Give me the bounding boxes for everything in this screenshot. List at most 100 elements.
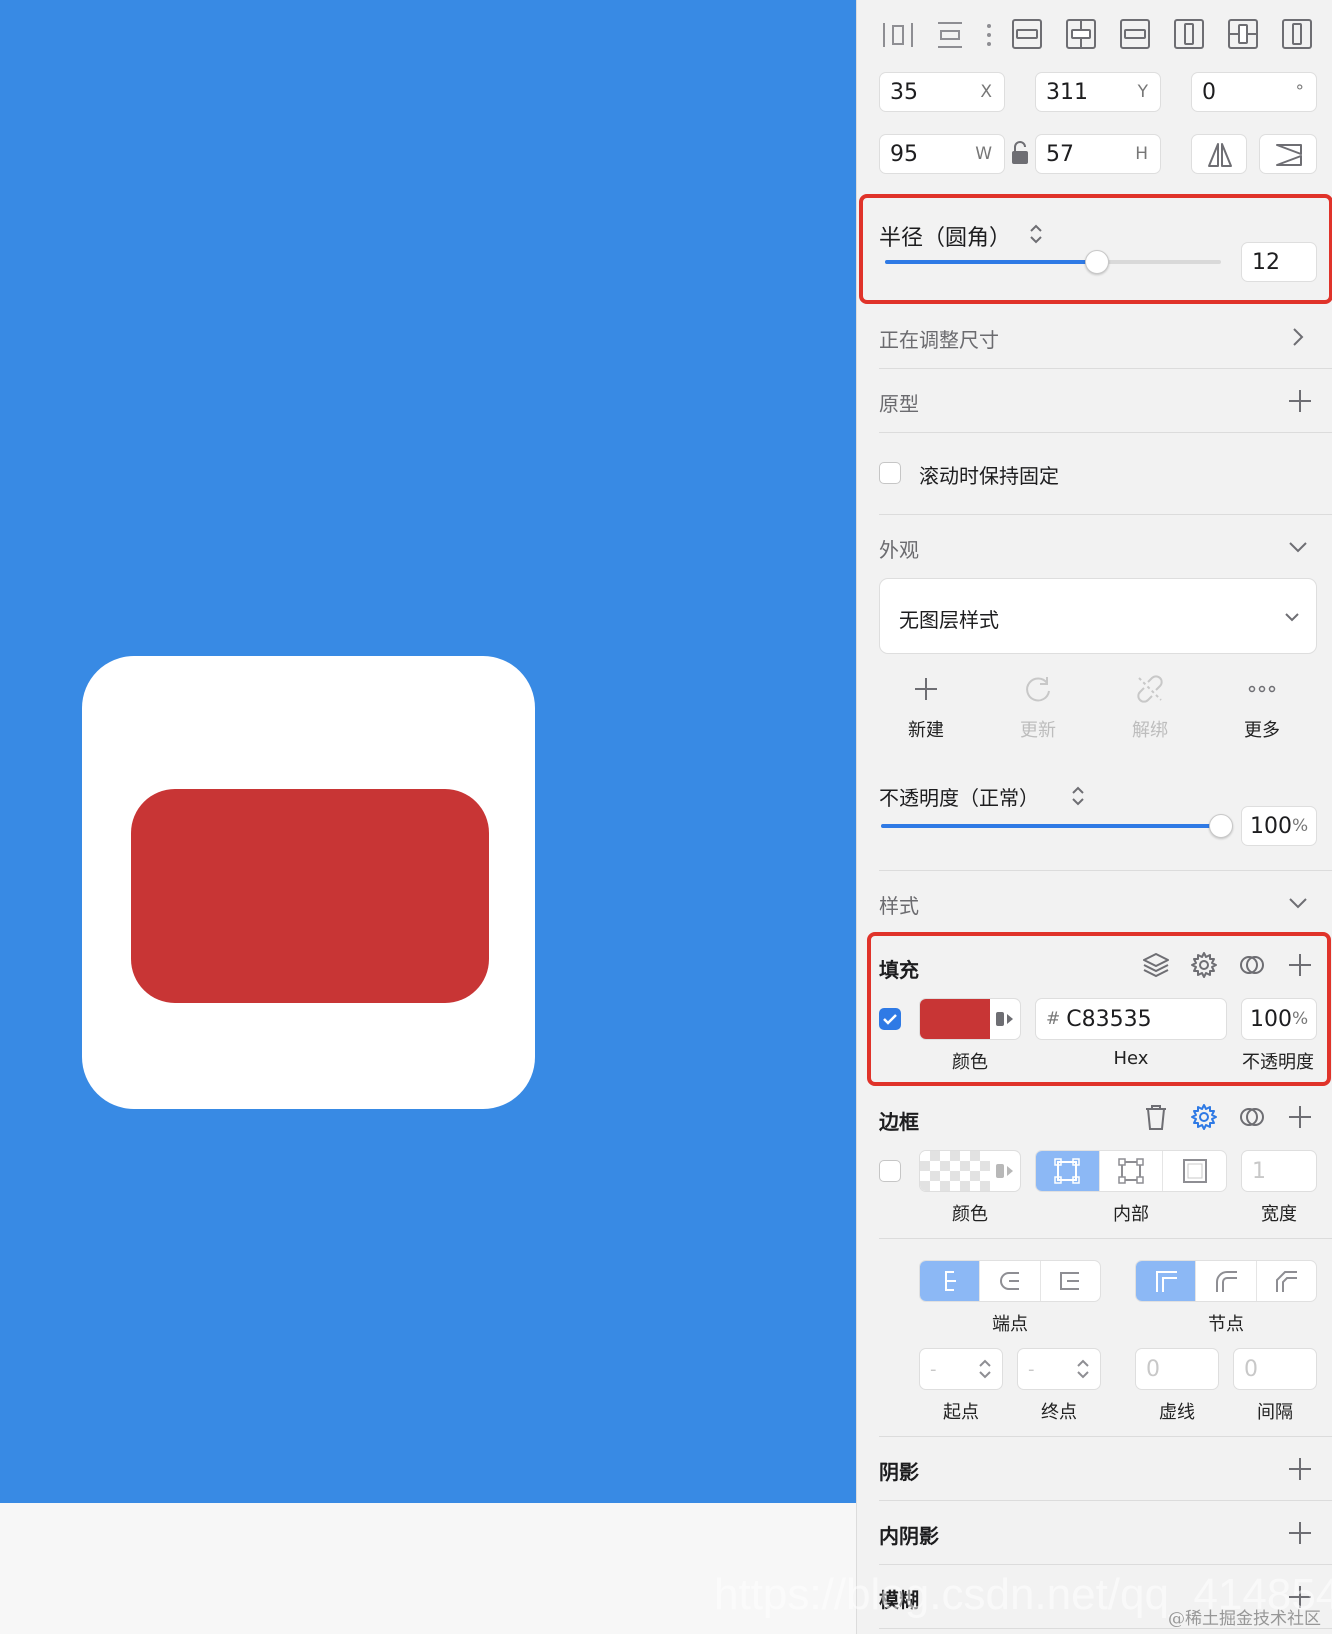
- opacity-slider-knob[interactable]: [1209, 814, 1233, 838]
- round-cap-option[interactable]: [980, 1261, 1041, 1301]
- layers-icon[interactable]: [1141, 950, 1171, 980]
- dash-field[interactable]: 0: [1135, 1348, 1219, 1390]
- add-border-plus-icon[interactable]: [1289, 1106, 1311, 1128]
- align-center-horizontal-icon[interactable]: [1065, 18, 1097, 50]
- radius-slider-knob[interactable]: [1085, 250, 1109, 274]
- border-color-well[interactable]: [919, 1150, 1021, 1192]
- border-outside-option[interactable]: [1163, 1151, 1226, 1191]
- height-field[interactable]: 57 H: [1035, 134, 1161, 174]
- rotation-field[interactable]: 0 °: [1191, 72, 1317, 112]
- y-field[interactable]: 311 Y: [1035, 72, 1161, 112]
- chevron-down-icon[interactable]: [1287, 540, 1309, 554]
- opacity-mode-chevron-icon[interactable]: [1071, 784, 1085, 808]
- flip-vertical-button[interactable]: [1259, 134, 1317, 174]
- border-position-segmented[interactable]: [1035, 1150, 1227, 1192]
- border-width-field[interactable]: 1: [1241, 1150, 1317, 1192]
- y-suffix: Y: [1137, 82, 1148, 102]
- border-center-option[interactable]: [1100, 1151, 1164, 1191]
- stepper-chevron-icon[interactable]: [1076, 1357, 1090, 1381]
- distribute-vertical-icon[interactable]: [935, 20, 965, 50]
- add-prototype-plus-icon[interactable]: [1289, 390, 1311, 412]
- inner-shadow-label: 内阴影: [879, 1524, 939, 1548]
- butt-cap-option[interactable]: [920, 1261, 981, 1301]
- fill-color-swatch[interactable]: [920, 999, 990, 1039]
- bevel-join-option[interactable]: [1257, 1261, 1316, 1301]
- gear-icon[interactable]: [1189, 1102, 1219, 1132]
- fill-hex-caption: Hex: [1113, 1048, 1149, 1069]
- lock-proportions-icon[interactable]: [1011, 140, 1029, 166]
- align-center-vertical-icon[interactable]: [1227, 18, 1259, 50]
- add-inner-shadow-plus-icon[interactable]: [1289, 1522, 1311, 1544]
- fill-hex-field[interactable]: # C83535: [1035, 998, 1227, 1040]
- more-button[interactable]: 更多: [1227, 672, 1297, 742]
- square-cap-option[interactable]: [1041, 1261, 1100, 1301]
- align-top-icon[interactable]: [1173, 18, 1205, 50]
- border-inside-option[interactable]: [1036, 1151, 1100, 1191]
- red-rounded-rectangle[interactable]: [131, 789, 489, 1003]
- resizing-label[interactable]: 正在调整尺寸: [879, 324, 999, 353]
- radius-slider[interactable]: [885, 250, 1221, 274]
- fill-color-well[interactable]: [919, 998, 1021, 1040]
- x-field[interactable]: 35 X: [879, 72, 1005, 112]
- stepper-chevron-icon[interactable]: [978, 1357, 992, 1381]
- blend-mode-icon[interactable]: [1237, 950, 1267, 980]
- fix-on-scroll-checkbox[interactable]: [879, 462, 901, 484]
- border-width-placeholder[interactable]: 1: [1242, 1159, 1316, 1184]
- flip-horizontal-button[interactable]: [1191, 134, 1247, 174]
- x-suffix: X: [980, 82, 992, 102]
- add-shadow-plus-icon[interactable]: [1289, 1458, 1311, 1480]
- flip-vertical-icon: [1276, 144, 1302, 166]
- add-fill-plus-icon[interactable]: [1289, 954, 1311, 976]
- opacity-slider[interactable]: [881, 814, 1233, 838]
- start-arrow-stepper[interactable]: -: [919, 1348, 1003, 1390]
- trash-icon[interactable]: [1143, 1102, 1169, 1132]
- end-arrow-stepper[interactable]: -: [1017, 1348, 1101, 1390]
- opacity-field[interactable]: 100 %: [1241, 806, 1317, 846]
- gap-value[interactable]: 0: [1234, 1357, 1316, 1382]
- dash-value[interactable]: 0: [1136, 1357, 1218, 1382]
- height-value[interactable]: 57: [1036, 142, 1135, 167]
- rotation-value[interactable]: 0: [1192, 80, 1296, 105]
- chevron-down-icon[interactable]: [1287, 896, 1309, 910]
- start-arrow-value[interactable]: -: [920, 1359, 978, 1380]
- gap-caption: 间隔: [1257, 1402, 1293, 1423]
- miter-join-option[interactable]: [1136, 1261, 1197, 1301]
- align-left-icon[interactable]: [1011, 18, 1043, 50]
- border-enabled-checkbox[interactable]: [879, 1160, 901, 1182]
- fill-enabled-checkbox[interactable]: [879, 1008, 901, 1030]
- y-value[interactable]: 311: [1036, 80, 1138, 105]
- opacity-value[interactable]: 100: [1242, 814, 1292, 839]
- blend-mode-icon[interactable]: [1237, 1102, 1267, 1132]
- appearance-label: 外观: [879, 538, 919, 562]
- radius-mode-chevron-icon[interactable]: [1029, 222, 1043, 246]
- radius-value[interactable]: 12: [1242, 250, 1316, 275]
- round-join-option[interactable]: [1196, 1261, 1257, 1301]
- width-field[interactable]: 95 W: [879, 134, 1005, 174]
- fill-opacity-value[interactable]: 100: [1242, 1007, 1292, 1032]
- gear-icon[interactable]: [1189, 950, 1219, 980]
- layer-style-dropdown[interactable]: 无图层样式: [879, 578, 1317, 654]
- fill-opacity-field[interactable]: 100 %: [1241, 998, 1317, 1040]
- toolbar-separator-icon: [987, 24, 991, 46]
- round-cap-icon: [1000, 1272, 1019, 1290]
- end-arrow-caption: 终点: [1041, 1402, 1077, 1423]
- end-arrow-value[interactable]: -: [1018, 1359, 1076, 1380]
- line-ends-segmented[interactable]: [919, 1260, 1101, 1302]
- checkmark-icon: [883, 1014, 897, 1025]
- fill-hex-value[interactable]: C83535: [1060, 1007, 1226, 1032]
- width-value[interactable]: 95: [880, 142, 975, 167]
- line-joins-segmented[interactable]: [1135, 1260, 1317, 1302]
- color-picker-arrow-icon[interactable]: [994, 1161, 1016, 1181]
- transparent-swatch[interactable]: [920, 1151, 990, 1191]
- style-label: 样式: [879, 894, 919, 918]
- align-right-icon[interactable]: [1119, 18, 1151, 50]
- chevron-right-icon[interactable]: [1291, 326, 1305, 348]
- align-bottom-icon[interactable]: [1281, 18, 1313, 50]
- x-value[interactable]: 35: [880, 80, 980, 105]
- radius-field[interactable]: 12: [1241, 242, 1317, 282]
- gap-field[interactable]: 0: [1233, 1348, 1317, 1390]
- new-style-button[interactable]: 新建: [891, 672, 961, 742]
- color-picker-arrow-icon[interactable]: [994, 1009, 1016, 1029]
- distribute-horizontal-icon[interactable]: [881, 20, 915, 50]
- design-canvas[interactable]: [0, 0, 856, 1503]
